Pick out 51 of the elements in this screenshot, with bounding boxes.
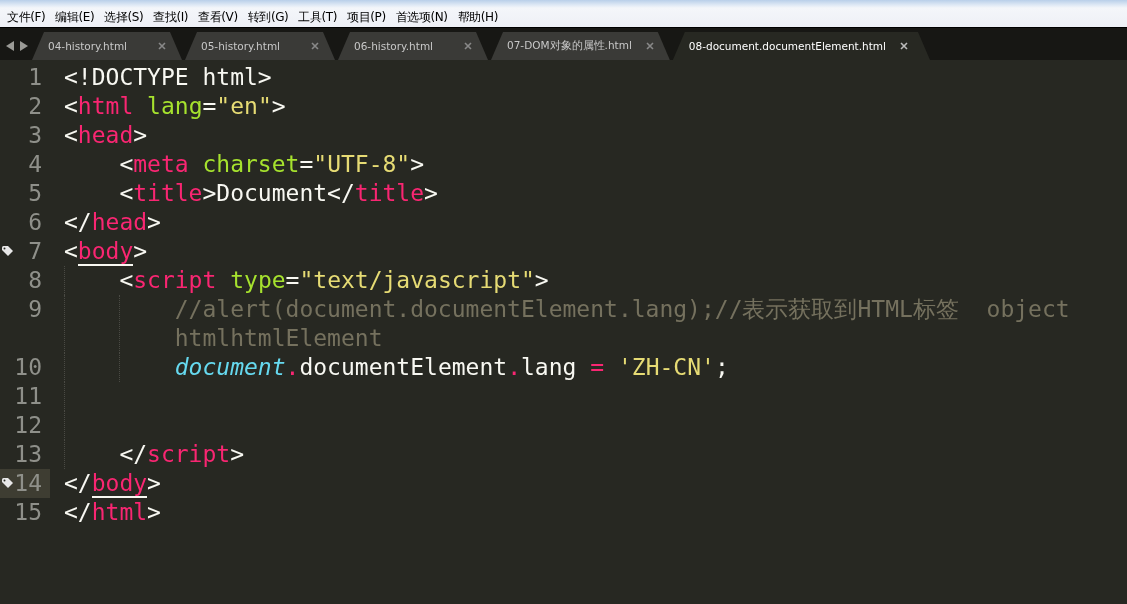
code-line: //alert(document.documentElement.lang);//表示获取到HTML标签 object (173, 295, 1071, 324)
menu-item[interactable]: 查看(V) (193, 8, 243, 26)
file-tab[interactable]: 06-history.html (338, 32, 488, 60)
line-number: 3 (28, 121, 42, 150)
menu-item[interactable]: 文件(F) (2, 8, 51, 26)
code-line: document.documentElement.lang = 'ZH-CN'; (173, 353, 730, 382)
left-arrow-icon[interactable] (6, 41, 14, 51)
close-icon[interactable] (645, 42, 654, 50)
code-line: <title>Document</title> (118, 179, 439, 208)
code-line: <head> (64, 121, 149, 150)
code-line: <html lang="en"> (64, 92, 287, 121)
code-line: <meta charset="UTF-8"> (118, 150, 426, 179)
line-number: 14 (14, 469, 42, 498)
line-number: 1 (28, 63, 42, 92)
line-number: 6 (28, 208, 42, 237)
close-icon[interactable] (464, 42, 472, 50)
code-line: </body> (64, 469, 162, 498)
close-icon[interactable] (900, 42, 908, 50)
file-tab[interactable]: 04-history.html (32, 32, 182, 60)
code-line: <body> (64, 237, 149, 266)
menu-item[interactable]: 选择(S) (99, 8, 149, 26)
code-line: </head> (64, 208, 162, 237)
close-icon[interactable] (311, 42, 319, 50)
menu-item[interactable]: 项目(P) (342, 8, 391, 26)
file-tab[interactable]: 05-history.html (185, 32, 335, 60)
code-line: htmlhtmlElement (173, 324, 384, 353)
line-number: 7 (28, 237, 42, 266)
line-number: 5 (28, 179, 42, 208)
code-line: <script type="text/javascript"> (118, 266, 550, 295)
line-number: 11 (14, 382, 42, 411)
menu-item[interactable]: 编辑(E) (50, 8, 100, 26)
menu-item[interactable]: 查找(I) (148, 8, 194, 26)
line-number: 12 (14, 411, 42, 440)
menu-item[interactable]: 帮助(H) (452, 8, 504, 26)
line-number: 10 (14, 353, 42, 382)
line-number: 8 (28, 266, 42, 295)
code-line: <!DOCTYPE html> (64, 63, 273, 92)
close-icon[interactable] (158, 42, 166, 50)
line-number: 13 (14, 440, 42, 469)
file-tab[interactable]: 08-document.documentElement.html (672, 32, 930, 60)
line-number: 9 (28, 295, 42, 324)
code-line: </html> (64, 498, 162, 527)
line-number: 15 (14, 498, 42, 527)
line-number: 4 (28, 150, 42, 179)
file-tab[interactable]: 07-DOM对象的属性.html (491, 32, 670, 60)
code-line: </script> (118, 440, 246, 469)
menu-item[interactable]: 工具(T) (293, 8, 343, 26)
right-arrow-icon[interactable] (20, 41, 28, 51)
menu-item[interactable]: 首选项(N) (390, 8, 453, 26)
line-number: 2 (28, 92, 42, 121)
menu-item[interactable]: 转到(G) (242, 8, 294, 26)
